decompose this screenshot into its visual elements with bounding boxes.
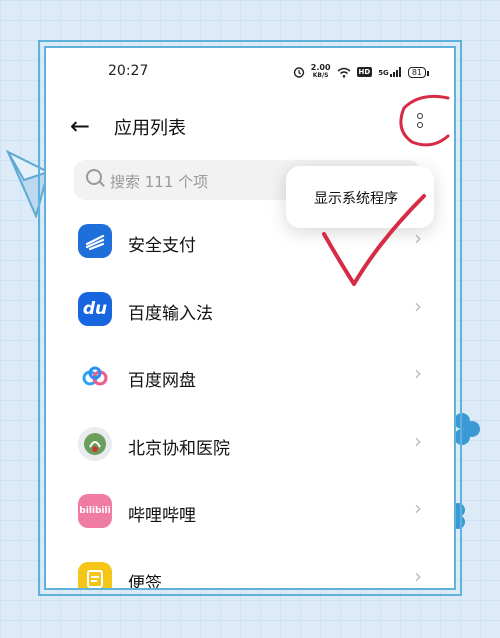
alipay-security-icon: [78, 224, 112, 258]
search-icon: [86, 169, 102, 185]
more-vertical-icon[interactable]: [410, 110, 430, 142]
chevron-right-icon: ›: [414, 293, 422, 318]
bilibili-icon: bilibili: [78, 494, 112, 528]
app-header: ← 应用列表: [46, 106, 454, 146]
status-bar: 20:27 2.00 KB/S HD 5G 81: [46, 60, 454, 84]
chevron-right-icon: ›: [414, 226, 422, 250]
app-name: 哔哩哔哩: [128, 506, 196, 526]
app-list: 安全支付 › du 百度输入法 › 百度网盘 › 北京协和医院 › bilibi…: [46, 208, 454, 590]
list-item[interactable]: du 百度输入法 ›: [46, 276, 454, 344]
phone-screen: 20:27 2.00 KB/S HD 5G 81 ← 应用列表 搜索 111 个…: [44, 46, 456, 590]
pumch-hospital-icon: [78, 426, 112, 461]
signal-indicator: 5G: [378, 67, 402, 77]
search-placeholder: 搜索 111 个项: [110, 173, 209, 191]
list-item[interactable]: bilibili 哔哩哔哩 ›: [46, 478, 454, 546]
list-item[interactable]: 便签 ›: [46, 546, 454, 590]
app-name: 安全支付: [128, 236, 196, 256]
show-system-apps-menu-item[interactable]: 显示系统程序: [314, 188, 398, 208]
hd-badge: HD: [356, 67, 373, 77]
app-name: 百度输入法: [128, 303, 213, 324]
wifi-icon: [337, 67, 350, 78]
app-name: 北京协和医院: [128, 438, 230, 459]
status-icons: 2.00 KB/S HD 5G 81: [293, 64, 430, 80]
arrow-left-icon[interactable]: ←: [70, 112, 90, 140]
popup-menu: 显示系统程序: [286, 166, 434, 228]
page-title: 应用列表: [114, 118, 186, 139]
signal-bars-icon: [389, 67, 401, 77]
network-speed-value: 2.00: [310, 63, 331, 72]
chevron-right-icon: ›: [414, 496, 422, 520]
chevron-right-icon: ›: [414, 428, 422, 453]
chevron-right-icon: ›: [414, 563, 422, 588]
network-speed-unit: KB/S: [312, 72, 329, 79]
app-name: 便签: [128, 573, 162, 590]
list-item[interactable]: 百度网盘 ›: [46, 343, 454, 411]
chevron-right-icon: ›: [414, 361, 422, 385]
status-time: 20:27: [108, 63, 149, 79]
list-item[interactable]: 北京协和医院 ›: [46, 411, 454, 479]
network-type-label: 5G: [378, 69, 389, 77]
network-speed: 2.00 KB/S: [311, 64, 331, 80]
battery-indicator: 81: [407, 66, 430, 78]
baidu-input-icon: du: [78, 291, 112, 326]
notes-icon: [78, 561, 112, 588]
baidu-netdisk-icon: [78, 359, 112, 393]
alarm-clock-icon: [293, 67, 304, 78]
app-name: 百度网盘: [128, 371, 196, 391]
